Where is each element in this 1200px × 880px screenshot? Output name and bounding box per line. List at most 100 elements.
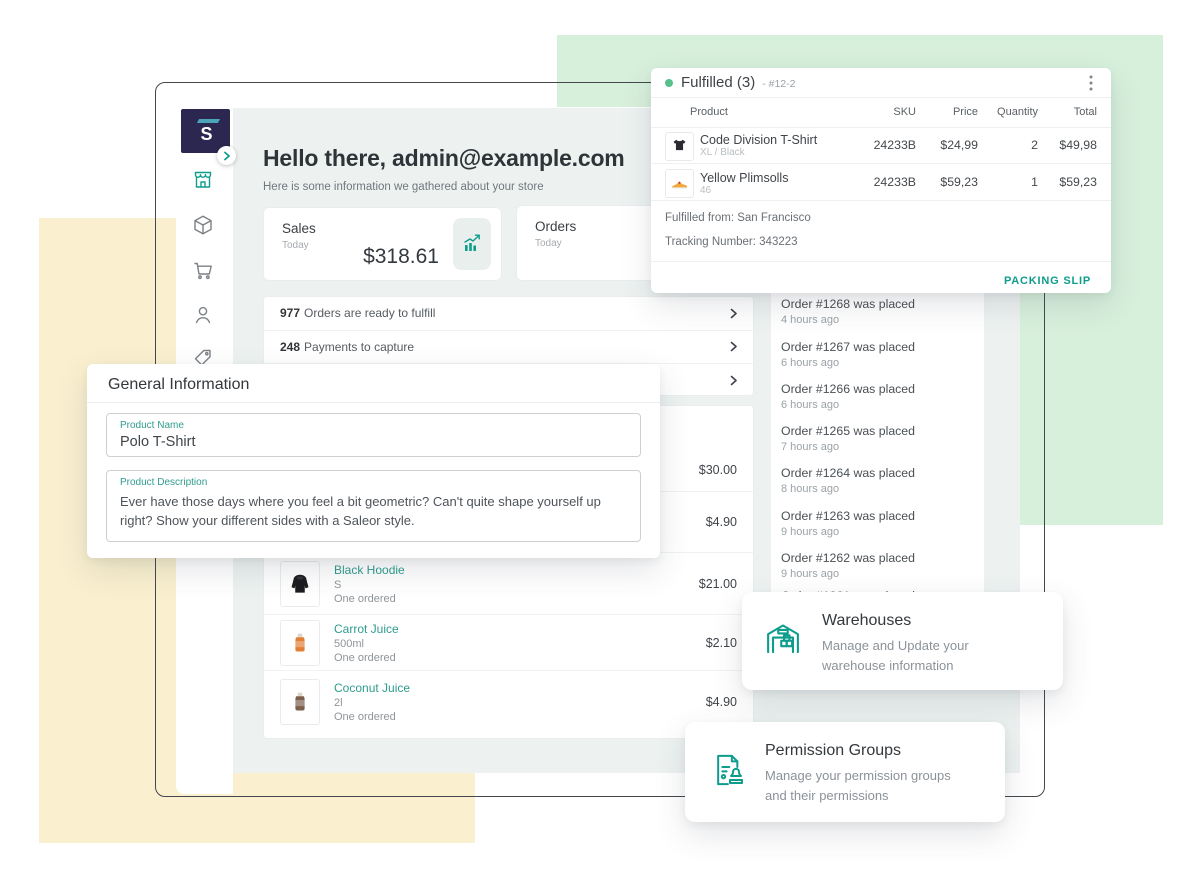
- product-price: $4.90: [706, 695, 737, 709]
- activity-title: Order #1262 was placed: [781, 551, 978, 565]
- product-row[interactable]: Carrot Juice 500ml One ordered $2.10: [264, 614, 753, 670]
- shortcut-title: Warehouses: [822, 612, 911, 630]
- sidebar-item-customers[interactable]: [191, 303, 215, 327]
- black-hoodie-image: [287, 569, 313, 599]
- cell-quantity: 2: [1031, 128, 1038, 163]
- activity-title: Order #1265 was placed: [781, 424, 978, 438]
- table-header-row: Product SKU Price Quantity Total: [651, 98, 1111, 128]
- tracking-number-text: Tracking Number: 343223: [665, 236, 1097, 248]
- sales-label: Sales: [282, 221, 316, 236]
- activity-time: 9 hours ago: [781, 526, 978, 538]
- product-variant: 500ml: [334, 638, 399, 650]
- activity-time: 8 hours ago: [781, 483, 978, 495]
- yellow-plimsoll-image: [670, 174, 690, 194]
- column-price: Price: [953, 98, 978, 127]
- page-title: Hello there, admin@example.com: [263, 145, 625, 172]
- activity-feed-card: Order #1268 was placed 4 hours ago Order…: [770, 285, 985, 637]
- product-ordered: One ordered: [334, 711, 410, 723]
- activity-title: Order #1263 was placed: [781, 509, 978, 523]
- orders-label: Orders: [535, 219, 576, 234]
- notification-text: Payments to capture: [304, 340, 414, 354]
- cart-icon: [191, 258, 215, 282]
- sidebar-item-catalog[interactable]: [191, 213, 215, 237]
- logo-slash: [197, 119, 220, 123]
- product-price: $4.90: [706, 515, 737, 529]
- kebab-menu-button[interactable]: [1083, 74, 1099, 92]
- activity-title: Order #1264 was placed: [781, 466, 978, 480]
- product-variant: 2l: [334, 697, 410, 709]
- cell-sku: 24233B: [874, 128, 916, 163]
- logo-letter: S: [200, 125, 212, 143]
- sales-chart-box: [453, 218, 491, 270]
- activity-item: Order #1262 was placed 9 hours ago: [781, 551, 978, 580]
- fulfilled-order-card: Fulfilled (3) - #12-2 Product SKU Price …: [651, 68, 1111, 293]
- page-subtitle: Here is some information we gathered abo…: [263, 181, 544, 193]
- product-variant: S: [334, 579, 405, 591]
- permission-stamp-icon: [709, 750, 749, 795]
- t-shirt-image: [670, 137, 689, 156]
- fulfillment-order-ref: - #12-2: [762, 76, 795, 90]
- warehouses-card[interactable]: Warehouses Manage and Update your wareho…: [742, 592, 1063, 690]
- notification-row-payments-to-capture[interactable]: 248 Payments to capture: [264, 330, 753, 364]
- product-row[interactable]: Black Hoodie S One ordered $21.00: [264, 552, 753, 614]
- notification-row-orders-to-fulfill[interactable]: 977 Orders are ready to fulfill: [264, 297, 753, 330]
- cell-sku: 24233B: [874, 164, 916, 200]
- chevron-right-icon: [730, 308, 737, 319]
- product-thumbnail: [280, 679, 320, 725]
- page: S Hello there, admin@example.com Here is…: [0, 0, 1200, 880]
- shortcut-description: Manage your permission groups and their …: [765, 766, 975, 806]
- cell-total: $59,23: [1059, 164, 1097, 200]
- box-icon: [191, 213, 215, 237]
- product-name-label: Product Name: [120, 420, 184, 431]
- product-link[interactable]: Coconut Juice: [334, 681, 410, 695]
- product-variant: 46: [700, 185, 711, 197]
- activity-time: 7 hours ago: [781, 441, 978, 453]
- table-row: Yellow Plimsolls 46 24233B $59,23 1 $59,…: [651, 164, 1111, 201]
- product-ordered: One ordered: [334, 652, 399, 664]
- product-name-field[interactable]: Product Name Polo T-Shirt: [106, 413, 641, 457]
- product-thumbnail: [665, 169, 694, 198]
- activity-time: 6 hours ago: [781, 399, 978, 411]
- product-link[interactable]: Black Hoodie: [334, 563, 405, 577]
- cell-price: $59,23: [940, 164, 978, 200]
- sidebar-item-home[interactable]: [191, 168, 215, 192]
- product-ordered: One ordered: [334, 593, 405, 605]
- product-price: $21.00: [699, 577, 737, 591]
- packing-slip-button[interactable]: PACKING SLIP: [998, 274, 1097, 288]
- product-row[interactable]: Coconut Juice 2l One ordered $4.90: [264, 670, 753, 732]
- sidebar-item-orders[interactable]: [191, 258, 215, 282]
- column-quantity: Quantity: [997, 98, 1038, 127]
- storefront-icon: [191, 168, 215, 192]
- column-product: Product: [690, 98, 728, 127]
- sales-period: Today: [282, 240, 309, 251]
- activity-item: Order #1263 was placed 9 hours ago: [781, 509, 978, 538]
- product-price: $2.10: [706, 636, 737, 650]
- product-thumbnail: [280, 620, 320, 666]
- product-name-value: Polo T-Shirt: [120, 434, 196, 450]
- fulfillment-status: Fulfilled (3): [681, 74, 755, 91]
- chevron-right-icon: [223, 151, 231, 161]
- shortcut-description: Manage and Update your warehouse informa…: [822, 636, 1002, 676]
- status-dot: [665, 79, 673, 87]
- kebab-icon: [1089, 75, 1093, 91]
- card-title: General Information: [108, 376, 249, 394]
- product-variant: XL / Black: [700, 147, 745, 159]
- product-thumbnail: [280, 561, 320, 607]
- product-thumbnail: [665, 132, 694, 161]
- column-total: Total: [1074, 98, 1097, 127]
- sidebar-expand-button[interactable]: [217, 146, 236, 165]
- coconut-juice-image: [288, 686, 312, 718]
- permission-groups-card[interactable]: Permission Groups Manage your permission…: [685, 722, 1005, 822]
- activity-item: Order #1267 was placed 6 hours ago: [781, 340, 978, 369]
- sales-value: $318.61: [363, 245, 439, 269]
- notification-text: Orders are ready to fulfill: [304, 306, 435, 320]
- product-description-label: Product Description: [120, 477, 207, 488]
- divider: [87, 402, 660, 403]
- activity-item: Order #1264 was placed 8 hours ago: [781, 466, 978, 495]
- cell-price: $24,99: [940, 128, 978, 163]
- product-link[interactable]: Carrot Juice: [334, 622, 399, 636]
- product-description-field[interactable]: Product Description Ever have those days…: [106, 470, 641, 542]
- activity-item: Order #1268 was placed 4 hours ago: [781, 297, 978, 326]
- sales-stat-card: Sales Today $318.61: [263, 207, 502, 281]
- product-price: $30.00: [699, 463, 737, 477]
